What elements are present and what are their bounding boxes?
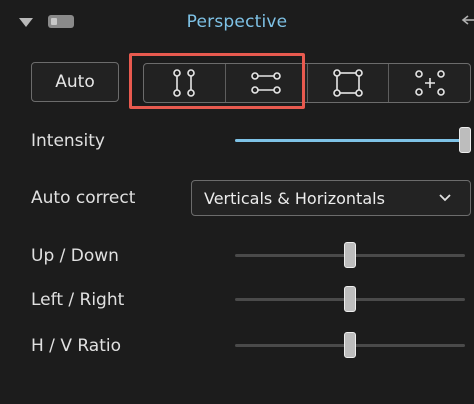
intensity-slider-thumb[interactable] [459, 127, 471, 153]
horizontal-lines-icon [251, 72, 281, 94]
vertical-mode-button[interactable] [144, 64, 226, 102]
rectangle-icon [333, 69, 363, 97]
up-down-slider[interactable] [235, 242, 465, 268]
perspective-panel: Perspective Auto Intensity Auto correct … [0, 0, 474, 404]
up-down-slider-thumb[interactable] [344, 242, 356, 268]
hv-ratio-slider[interactable] [235, 332, 465, 358]
intensity-label: Intensity [31, 131, 105, 151]
intensity-slider[interactable] [235, 127, 471, 153]
rectangle-mode-button[interactable] [308, 64, 390, 102]
intensity-slider-fill [235, 139, 468, 142]
guided-points-icon [414, 70, 445, 96]
hv-ratio-label: H / V Ratio [31, 336, 121, 356]
up-down-label: Up / Down [31, 246, 119, 266]
horizontal-mode-button[interactable] [226, 64, 308, 102]
left-right-label: Left / Right [31, 290, 125, 310]
reset-arrow-icon[interactable] [460, 12, 474, 32]
left-right-slider-thumb[interactable] [344, 286, 356, 312]
perspective-mode-group [143, 63, 471, 103]
chevron-down-icon [439, 194, 451, 202]
vertical-lines-icon [173, 69, 196, 97]
auto-correct-dropdown[interactable]: Verticals & Horizontals [191, 180, 471, 216]
auto-correct-label: Auto correct [31, 188, 136, 208]
guided-mode-button[interactable] [389, 64, 470, 102]
auto-correct-value: Verticals & Horizontals [204, 188, 385, 208]
hv-ratio-slider-thumb[interactable] [344, 332, 356, 358]
auto-button[interactable]: Auto [31, 62, 119, 102]
left-right-slider[interactable] [235, 286, 465, 312]
panel-title: Perspective [186, 12, 288, 32]
